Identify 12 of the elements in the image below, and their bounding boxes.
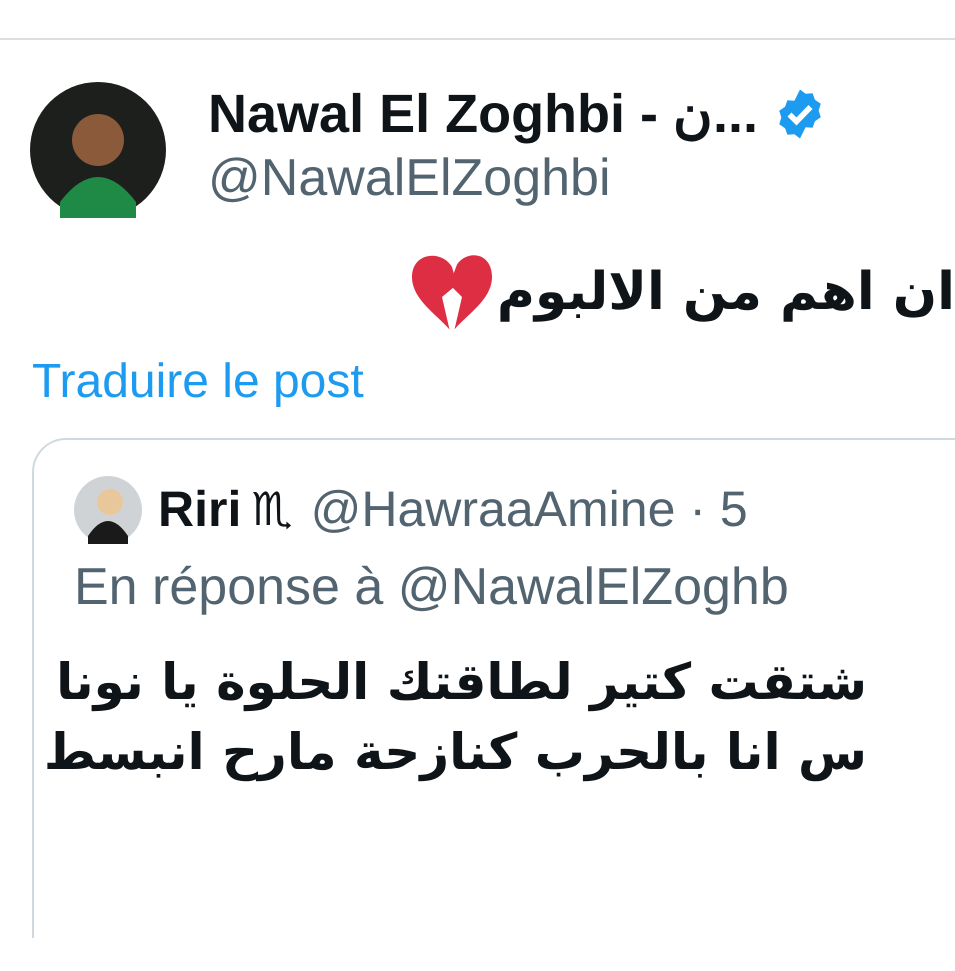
reply-to-text: En réponse à @NawalElZoghb bbox=[74, 557, 790, 618]
user-handle[interactable]: @NawalElZoghbi bbox=[208, 146, 828, 210]
avatar[interactable] bbox=[30, 82, 166, 218]
post-text: ان اهم من الالبوم bbox=[496, 261, 955, 324]
post-time: · 5 bbox=[689, 480, 748, 539]
author-name[interactable]: Nawal El Zoghbi - ن... bbox=[208, 82, 758, 146]
post-text-line: شتقت كتير لطاقتك الحلوة يا نونا bbox=[56, 652, 867, 714]
avatar[interactable] bbox=[74, 476, 142, 544]
zodiac-symbol: ♏ bbox=[251, 481, 293, 538]
author-name[interactable]: Riri bbox=[158, 472, 242, 547]
post-text-line: س انا بالحرب كنازحة مارح انبسط bbox=[44, 722, 867, 784]
user-handle[interactable]: @HawraaAmine bbox=[310, 472, 676, 547]
